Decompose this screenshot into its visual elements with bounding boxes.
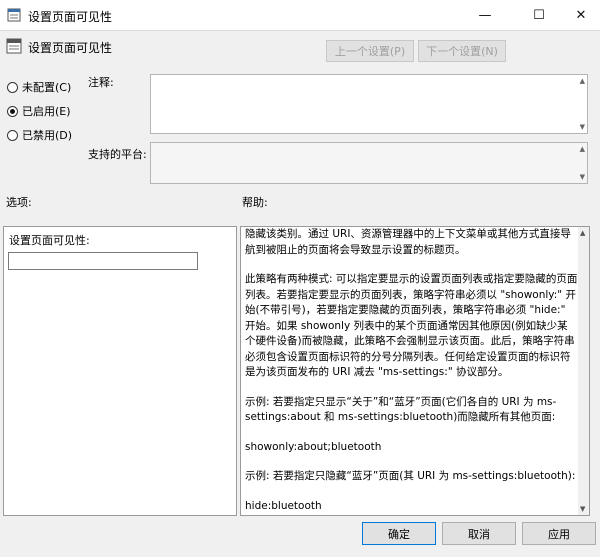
- scroll-up-icon[interactable]: ▲: [580, 229, 585, 237]
- window-title: 设置页面可见性: [28, 10, 113, 24]
- scroll-up-icon[interactable]: ▲: [580, 145, 585, 153]
- help-section-label: 帮助:: [242, 196, 268, 209]
- radio-label: 已禁用(D): [22, 129, 73, 142]
- help-paragraph: 此策略有两种模式: 可以指定要显示的设置页面列表或指定要隐藏的页面列表。若要指定…: [245, 273, 578, 378]
- comment-field[interactable]: ▲ ▼: [150, 74, 588, 134]
- help-paragraph: 示例: 若要指定只显示“关于”和“蓝牙”页面(它们各自的 URI 为 ms-se…: [245, 395, 557, 424]
- page-visibility-input[interactable]: [8, 252, 198, 270]
- radio-icon: [7, 129, 18, 141]
- apply-button[interactable]: 应用: [522, 522, 596, 545]
- radio-icon: [7, 81, 18, 93]
- minimize-button[interactable]: —: [462, 0, 508, 30]
- scroll-down-icon[interactable]: ▼: [580, 505, 585, 513]
- help-paragraph: hide:bluetooth: [245, 499, 322, 512]
- scroll-down-icon[interactable]: ▼: [580, 123, 585, 131]
- help-paragraph: 隐藏该类别。通过 URI、资源管理器中的上下文菜单或其他方式直接导航到被阻止的页…: [245, 228, 571, 256]
- policy-window-icon: [7, 8, 21, 22]
- help-scrollbar[interactable]: ▲ ▼: [578, 227, 589, 515]
- previous-setting-button[interactable]: 上一个设置(P): [326, 40, 414, 62]
- options-section-label: 选项:: [6, 196, 32, 209]
- scroll-up-icon[interactable]: ▲: [580, 77, 585, 85]
- title-bar: 设置页面可见性 — ☐ ✕: [0, 0, 600, 31]
- radio-not-configured[interactable]: 未配置(C): [7, 79, 71, 95]
- help-paragraph: showonly:about;bluetooth: [245, 440, 382, 453]
- radio-label: 未配置(C): [22, 81, 72, 94]
- next-setting-button[interactable]: 下一个设置(N): [418, 40, 506, 62]
- help-text: 隐藏该类别。通过 URI、资源管理器中的上下文菜单或其他方式直接导航到被阻止的页…: [245, 227, 578, 515]
- close-icon: ✕: [575, 7, 587, 23]
- minimize-icon: —: [478, 7, 492, 23]
- setting-name: 设置页面可见性: [28, 41, 113, 55]
- scroll-down-icon[interactable]: ▼: [580, 173, 585, 181]
- cancel-button[interactable]: 取消: [442, 522, 516, 545]
- ok-button[interactable]: 确定: [362, 522, 436, 545]
- help-panel: 隐藏该类别。通过 URI、资源管理器中的上下文菜单或其他方式直接导航到被阻止的页…: [240, 226, 590, 516]
- page-visibility-field-label: 设置页面可见性:: [9, 234, 90, 247]
- radio-label: 已启用(E): [22, 105, 71, 118]
- help-paragraph: 示例: 若要指定只隐藏“蓝牙”页面(其 URI 为 ms-settings:bl…: [245, 470, 576, 482]
- maximize-icon: ☐: [533, 7, 545, 23]
- radio-enabled[interactable]: 已启用(E): [7, 103, 71, 119]
- maximize-button[interactable]: ☐: [516, 0, 562, 30]
- radio-selected-icon: [7, 105, 18, 117]
- radio-disabled[interactable]: 已禁用(D): [7, 127, 72, 143]
- options-panel: 设置页面可见性:: [3, 226, 237, 516]
- supported-platform-label: 支持的平台:: [88, 148, 147, 161]
- comment-label: 注释:: [88, 76, 114, 89]
- policy-setting-icon: [6, 38, 22, 54]
- supported-platform-field: ▲ ▼: [150, 142, 588, 184]
- close-button[interactable]: ✕: [562, 0, 600, 30]
